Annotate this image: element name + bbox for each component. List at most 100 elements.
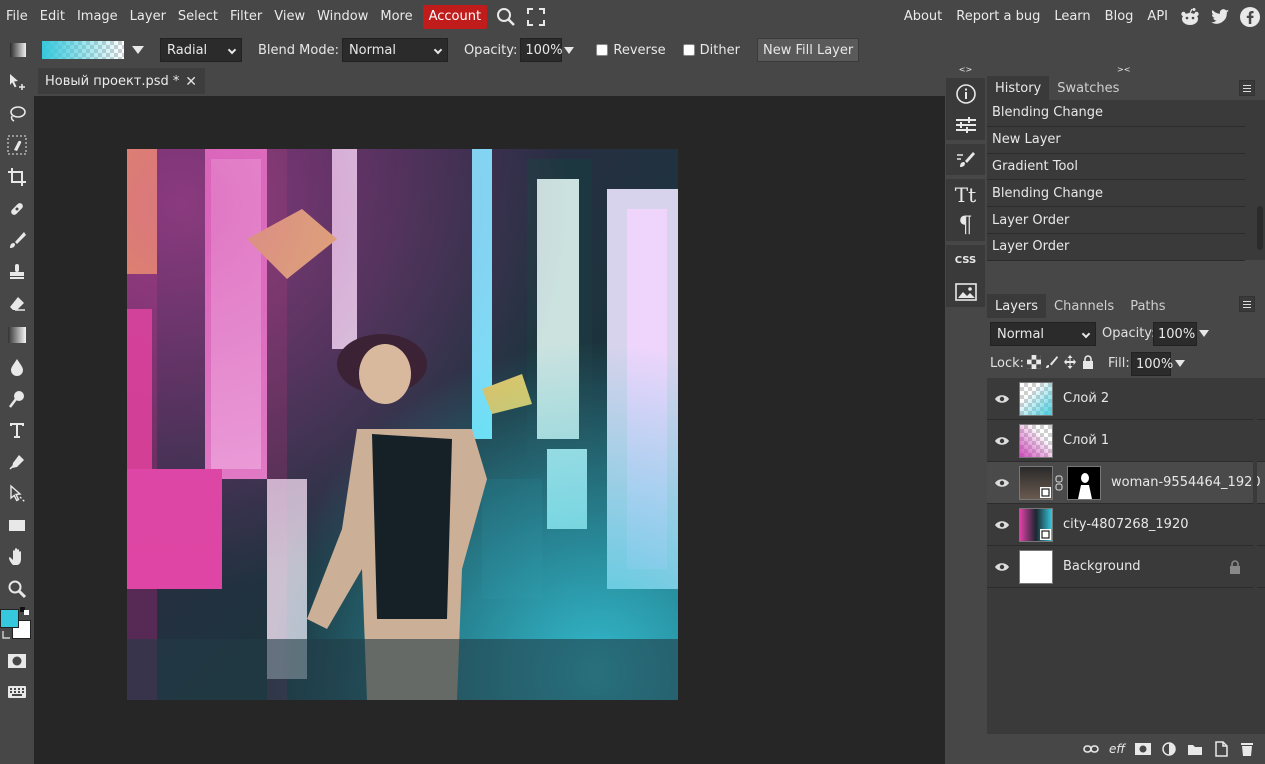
hand-tool-icon[interactable] [0, 541, 33, 573]
eye-icon[interactable] [987, 436, 1017, 446]
pen-tool-icon[interactable] [0, 446, 33, 478]
layer-name[interactable]: Слой 1 [1063, 433, 1109, 448]
history-item[interactable]: Blending Change [987, 100, 1245, 127]
tab-paths[interactable]: Paths [1122, 294, 1173, 318]
close-icon[interactable]: ✕ [185, 74, 197, 90]
layer-mask-thumbnail[interactable] [1067, 465, 1101, 500]
layer-opacity-dropdown-icon[interactable] [1199, 330, 1209, 337]
layer-name[interactable]: woman-9554464_1920 [1111, 475, 1261, 490]
move-tool-icon[interactable] [0, 66, 33, 98]
rectangle-tool-icon[interactable] [0, 510, 33, 542]
path-select-tool-icon[interactable] [0, 478, 33, 510]
eye-icon[interactable] [987, 478, 1017, 488]
fill-dropdown-icon[interactable] [1175, 360, 1185, 367]
facebook-icon[interactable] [1235, 0, 1265, 34]
layer-name[interactable]: Background [1063, 559, 1141, 574]
menu-window[interactable]: Window [311, 0, 374, 34]
info-icon[interactable] [946, 78, 985, 109]
reddit-icon[interactable] [1175, 0, 1205, 34]
healing-brush-icon[interactable] [0, 193, 33, 225]
add-mask-icon[interactable] [1131, 737, 1155, 761]
menu-blog[interactable]: Blog [1098, 0, 1141, 34]
menu-view[interactable]: View [268, 0, 311, 34]
menu-report-bug[interactable]: Report a bug [949, 0, 1047, 34]
fullscreen-icon[interactable] [521, 0, 551, 34]
clone-stamp-icon[interactable] [0, 256, 33, 288]
menu-learn[interactable]: Learn [1047, 0, 1097, 34]
adjustments-icon[interactable] [946, 109, 985, 140]
canvas-image[interactable] [127, 149, 678, 700]
css-icon[interactable]: CSS [946, 245, 985, 276]
layer-effects-button[interactable]: eff [1105, 737, 1129, 761]
expand-arrows-icon[interactable]: >< [987, 66, 1265, 76]
history-item[interactable]: Gradient Tool [987, 154, 1245, 181]
quick-selection-tool-icon[interactable] [0, 129, 33, 161]
tab-layers[interactable]: Layers [987, 294, 1047, 318]
delete-layer-icon[interactable] [1235, 737, 1259, 761]
fill-input[interactable]: 100% [1131, 352, 1173, 376]
layer-row[interactable]: Background [987, 546, 1265, 588]
keyboard-icon[interactable] [0, 676, 33, 708]
eye-icon[interactable] [987, 520, 1017, 530]
swap-colors-icon[interactable] [1, 630, 11, 640]
menu-edit[interactable]: Edit [34, 0, 71, 34]
layers-panel-menu-icon[interactable] [1239, 296, 1255, 312]
quick-mask-icon[interactable] [0, 645, 33, 677]
dither-checkbox[interactable] [682, 44, 695, 56]
lock-all-icon[interactable] [1081, 355, 1095, 369]
dodge-tool-icon[interactable] [0, 383, 33, 415]
color-swatches[interactable] [0, 605, 33, 645]
reverse-checkbox[interactable] [596, 44, 609, 56]
tab-history[interactable]: History [987, 76, 1050, 100]
layers-scrollbar[interactable] [1253, 378, 1257, 754]
new-group-icon[interactable] [1183, 737, 1207, 761]
eye-icon[interactable] [987, 562, 1017, 572]
tab-channels[interactable]: Channels [1046, 294, 1122, 318]
menu-more[interactable]: More [374, 0, 418, 34]
menu-image[interactable]: Image [71, 0, 124, 34]
gradient-type-select[interactable]: Radial [160, 38, 242, 62]
brush-settings-icon[interactable] [946, 144, 985, 175]
twitter-icon[interactable] [1205, 0, 1235, 34]
history-item[interactable]: Layer Order [987, 207, 1245, 234]
lock-transparency-icon[interactable] [1027, 355, 1041, 369]
default-colors-icon[interactable] [20, 606, 30, 615]
gradient-dropdown-icon[interactable] [132, 46, 144, 54]
menu-api[interactable]: API [1140, 0, 1175, 34]
document-tab[interactable]: Новый проект.psd * ✕ [38, 68, 205, 94]
menu-file[interactable]: File [0, 0, 34, 34]
layer-row[interactable]: Слой 1 [987, 420, 1265, 462]
history-item[interactable]: Layer Order [987, 234, 1245, 261]
search-icon[interactable] [491, 0, 521, 34]
collapse-arrows-icon[interactable]: <> [945, 66, 986, 74]
lock-pixels-icon[interactable] [1045, 355, 1059, 369]
new-layer-icon[interactable] [1209, 737, 1233, 761]
layer-opacity-input[interactable]: 100% [1153, 322, 1197, 346]
menu-select[interactable]: Select [172, 0, 224, 34]
lock-position-icon[interactable] [1063, 355, 1077, 369]
menu-layer[interactable]: Layer [124, 0, 172, 34]
history-item[interactable]: New Layer [987, 127, 1245, 154]
blend-mode-select[interactable]: Normal [341, 38, 448, 62]
crop-tool-icon[interactable] [0, 161, 33, 193]
history-scrollbar[interactable] [1257, 206, 1263, 250]
type-tool-icon[interactable] [0, 415, 33, 447]
blur-tool-icon[interactable] [0, 351, 33, 383]
eraser-tool-icon[interactable] [0, 288, 33, 320]
account-button[interactable]: Account [422, 5, 488, 29]
paragraph-icon[interactable]: ¶ [946, 210, 985, 241]
tab-swatches[interactable]: Swatches [1049, 76, 1127, 100]
zoom-tool-icon[interactable] [0, 573, 33, 605]
mask-link-icon[interactable] [1055, 475, 1063, 491]
lasso-tool-icon[interactable] [0, 98, 33, 130]
layer-name[interactable]: city-4807268_1920 [1063, 517, 1189, 532]
layer-row[interactable]: city-4807268_1920 [987, 504, 1265, 546]
history-panel-menu-icon[interactable] [1239, 80, 1255, 96]
image-icon[interactable] [946, 276, 985, 307]
foreground-color[interactable] [0, 608, 19, 628]
history-item[interactable]: Blending Change [987, 180, 1245, 208]
gradient-tool-button[interactable] [0, 320, 33, 352]
opacity-dropdown-icon[interactable] [564, 46, 575, 54]
adjustment-layer-icon[interactable] [1157, 737, 1181, 761]
layer-row[interactable]: woman-9554464_1920 [987, 462, 1265, 504]
